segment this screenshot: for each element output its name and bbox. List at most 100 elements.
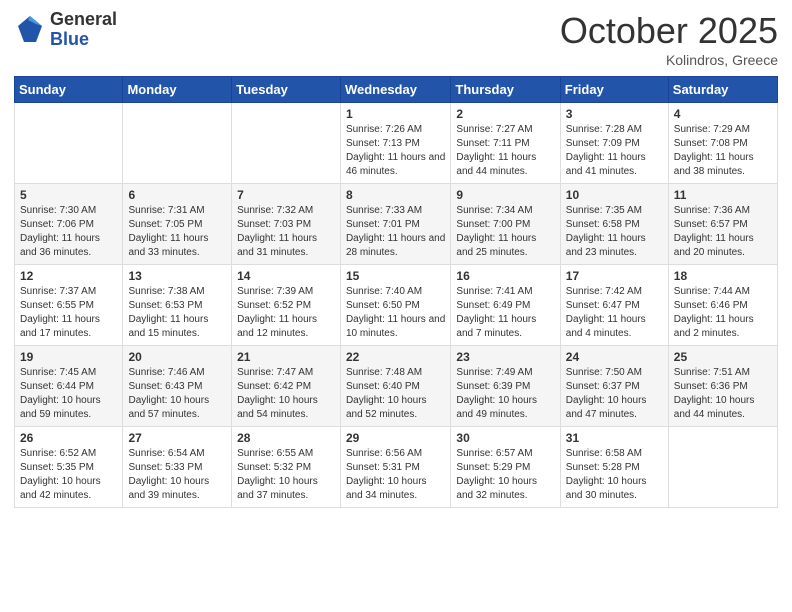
day-number-4: 4	[674, 107, 772, 121]
day-info-1: Sunrise: 7:26 AM Sunset: 7:13 PM Dayligh…	[346, 123, 445, 179]
day-info-19: Sunrise: 7:45 AM Sunset: 6:44 PM Dayligh…	[20, 366, 117, 422]
day-info-10: Sunrise: 7:35 AM Sunset: 6:58 PM Dayligh…	[566, 204, 663, 260]
subtitle: Kolindros, Greece	[560, 52, 778, 68]
header-thursday: Thursday	[451, 77, 560, 103]
day-info-12: Sunrise: 7:37 AM Sunset: 6:55 PM Dayligh…	[20, 285, 117, 341]
day-cell-4-6	[668, 427, 777, 508]
day-info-28: Sunrise: 6:55 AM Sunset: 5:32 PM Dayligh…	[237, 447, 335, 503]
day-number-16: 16	[456, 269, 554, 283]
day-cell-4-5: 31Sunrise: 6:58 AM Sunset: 5:28 PM Dayli…	[560, 427, 668, 508]
logo-blue: Blue	[50, 30, 117, 50]
day-info-25: Sunrise: 7:51 AM Sunset: 6:36 PM Dayligh…	[674, 366, 772, 422]
day-cell-2-4: 16 Sunrise: 7:41 AM Sunset: 6:49 PM Dayli…	[451, 265, 560, 346]
logo-icon	[14, 14, 46, 46]
day-info-8: Sunrise: 7:33 AM Sunset: 7:01 PM Dayligh…	[346, 204, 445, 260]
day-cell-1-2: 7 Sunrise: 7:32 AM Sunset: 7:03 PM Daylig…	[232, 184, 341, 265]
day-info-7: Sunrise: 7:32 AM Sunset: 7:03 PM Dayligh…	[237, 204, 335, 260]
day-number-5: 5	[20, 188, 117, 202]
day-cell-4-2: 28 Sunrise: 6:55 AM Sunset: 5:32 PM Dayli…	[232, 427, 341, 508]
day-number-6: 6	[128, 188, 226, 202]
day-cell-0-2	[232, 103, 341, 184]
day-info-16: Sunrise: 7:41 AM Sunset: 6:49 PM Dayligh…	[456, 285, 554, 341]
day-cell-1-6: 11 Sunrise: 7:36 AM Sunset: 6:57 PM Dayli…	[668, 184, 777, 265]
day-number-12: 12	[20, 269, 117, 283]
day-info-14: Sunrise: 7:39 AM Sunset: 6:52 PM Dayligh…	[237, 285, 335, 341]
day-number-2: 2	[456, 107, 554, 121]
day-number-20: 20	[128, 350, 226, 364]
day-info-4: Sunrise: 7:29 AM Sunset: 7:08 PM Dayligh…	[674, 123, 772, 179]
day-info-29: Sunrise: 6:56 AM Sunset: 5:31 PM Dayligh…	[346, 447, 445, 503]
week-row-3: 19Sunrise: 7:45 AM Sunset: 6:44 PM Dayli…	[15, 346, 778, 427]
day-cell-3-6: 25 Sunrise: 7:51 AM Sunset: 6:36 PM Dayli…	[668, 346, 777, 427]
header-saturday: Saturday	[668, 77, 777, 103]
day-cell-0-5: 3 Sunrise: 7:28 AM Sunset: 7:09 PM Daylig…	[560, 103, 668, 184]
day-number-17: 17	[566, 269, 663, 283]
day-cell-2-2: 14Sunrise: 7:39 AM Sunset: 6:52 PM Dayli…	[232, 265, 341, 346]
day-cell-1-1: 6 Sunrise: 7:31 AM Sunset: 7:05 PM Daylig…	[123, 184, 232, 265]
day-cell-0-6: 4 Sunrise: 7:29 AM Sunset: 7:08 PM Daylig…	[668, 103, 777, 184]
week-row-1: 5Sunrise: 7:30 AM Sunset: 7:06 PM Daylig…	[15, 184, 778, 265]
day-number-29: 29	[346, 431, 445, 445]
day-cell-1-4: 9Sunrise: 7:34 AM Sunset: 7:00 PM Daylig…	[451, 184, 560, 265]
day-number-27: 27	[128, 431, 226, 445]
day-cell-4-4: 30Sunrise: 6:57 AM Sunset: 5:29 PM Dayli…	[451, 427, 560, 508]
day-number-22: 22	[346, 350, 445, 364]
day-number-11: 11	[674, 188, 772, 202]
week-row-4: 26Sunrise: 6:52 AM Sunset: 5:35 PM Dayli…	[15, 427, 778, 508]
header-tuesday: Tuesday	[232, 77, 341, 103]
day-cell-3-5: 24Sunrise: 7:50 AM Sunset: 6:37 PM Dayli…	[560, 346, 668, 427]
day-info-3: Sunrise: 7:28 AM Sunset: 7:09 PM Dayligh…	[566, 123, 663, 179]
day-number-8: 8	[346, 188, 445, 202]
day-number-7: 7	[237, 188, 335, 202]
day-number-1: 1	[346, 107, 445, 121]
day-cell-0-1	[123, 103, 232, 184]
day-cell-3-0: 19Sunrise: 7:45 AM Sunset: 6:44 PM Dayli…	[15, 346, 123, 427]
day-info-22: Sunrise: 7:48 AM Sunset: 6:40 PM Dayligh…	[346, 366, 445, 422]
day-cell-3-1: 20Sunrise: 7:46 AM Sunset: 6:43 PM Dayli…	[123, 346, 232, 427]
header: General Blue October 2025 Kolindros, Gre…	[14, 10, 778, 68]
day-cell-0-3: 1 Sunrise: 7:26 AM Sunset: 7:13 PM Daylig…	[340, 103, 450, 184]
day-info-6: Sunrise: 7:31 AM Sunset: 7:05 PM Dayligh…	[128, 204, 226, 260]
day-cell-2-0: 12 Sunrise: 7:37 AM Sunset: 6:55 PM Dayli…	[15, 265, 123, 346]
day-cell-1-3: 8 Sunrise: 7:33 AM Sunset: 7:01 PM Daylig…	[340, 184, 450, 265]
calendar-body: 1 Sunrise: 7:26 AM Sunset: 7:13 PM Daylig…	[15, 103, 778, 508]
header-sunday: Sunday	[15, 77, 123, 103]
day-info-18: Sunrise: 7:44 AM Sunset: 6:46 PM Dayligh…	[674, 285, 772, 341]
day-info-21: Sunrise: 7:47 AM Sunset: 6:42 PM Dayligh…	[237, 366, 335, 422]
page: General Blue October 2025 Kolindros, Gre…	[0, 0, 792, 522]
day-cell-0-4: 2 Sunrise: 7:27 AM Sunset: 7:11 PM Daylig…	[451, 103, 560, 184]
day-cell-2-1: 13Sunrise: 7:38 AM Sunset: 6:53 PM Dayli…	[123, 265, 232, 346]
day-cell-2-3: 15Sunrise: 7:40 AM Sunset: 6:50 PM Dayli…	[340, 265, 450, 346]
day-cell-3-4: 23Sunrise: 7:49 AM Sunset: 6:39 PM Dayli…	[451, 346, 560, 427]
logo-text: General Blue	[50, 10, 117, 50]
day-number-26: 26	[20, 431, 117, 445]
logo-general: General	[50, 10, 117, 30]
header-friday: Friday	[560, 77, 668, 103]
day-number-10: 10	[566, 188, 663, 202]
day-cell-4-0: 26Sunrise: 6:52 AM Sunset: 5:35 PM Dayli…	[15, 427, 123, 508]
week-row-2: 12 Sunrise: 7:37 AM Sunset: 6:55 PM Dayli…	[15, 265, 778, 346]
day-info-2: Sunrise: 7:27 AM Sunset: 7:11 PM Dayligh…	[456, 123, 554, 179]
day-cell-3-3: 22 Sunrise: 7:48 AM Sunset: 6:40 PM Dayli…	[340, 346, 450, 427]
day-number-13: 13	[128, 269, 226, 283]
day-info-9: Sunrise: 7:34 AM Sunset: 7:00 PM Dayligh…	[456, 204, 554, 260]
day-cell-3-2: 21Sunrise: 7:47 AM Sunset: 6:42 PM Dayli…	[232, 346, 341, 427]
calendar-table: Sunday Monday Tuesday Wednesday Thursday…	[14, 76, 778, 508]
day-cell-1-0: 5Sunrise: 7:30 AM Sunset: 7:06 PM Daylig…	[15, 184, 123, 265]
day-cell-2-5: 17 Sunrise: 7:42 AM Sunset: 6:47 PM Dayli…	[560, 265, 668, 346]
day-info-11: Sunrise: 7:36 AM Sunset: 6:57 PM Dayligh…	[674, 204, 772, 260]
header-wednesday: Wednesday	[340, 77, 450, 103]
day-number-3: 3	[566, 107, 663, 121]
day-number-25: 25	[674, 350, 772, 364]
header-row: Sunday Monday Tuesday Wednesday Thursday…	[15, 77, 778, 103]
day-number-18: 18	[674, 269, 772, 283]
logo: General Blue	[14, 10, 117, 50]
day-cell-0-0	[15, 103, 123, 184]
day-info-15: Sunrise: 7:40 AM Sunset: 6:50 PM Dayligh…	[346, 285, 445, 341]
day-info-17: Sunrise: 7:42 AM Sunset: 6:47 PM Dayligh…	[566, 285, 663, 341]
header-monday: Monday	[123, 77, 232, 103]
day-cell-4-1: 27Sunrise: 6:54 AM Sunset: 5:33 PM Dayli…	[123, 427, 232, 508]
day-cell-1-5: 10 Sunrise: 7:35 AM Sunset: 6:58 PM Dayli…	[560, 184, 668, 265]
day-number-28: 28	[237, 431, 335, 445]
month-title: October 2025	[560, 10, 778, 52]
